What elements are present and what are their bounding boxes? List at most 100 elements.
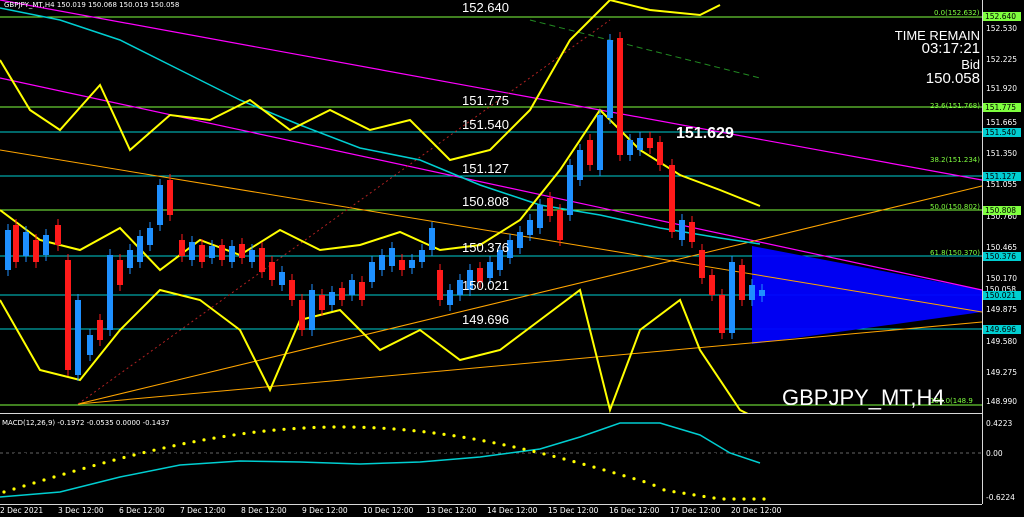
macd-histogram-bar <box>764 453 766 474</box>
macd-signal-dot <box>192 440 196 444</box>
fib-label: 38.2(151.234) <box>930 156 980 164</box>
price-tag: 151.127 <box>983 172 1021 181</box>
macd-signal-dot <box>712 496 716 500</box>
macd-signal-dot <box>422 430 426 434</box>
macd-histogram-bar <box>624 453 626 456</box>
macd-signal-dot <box>572 460 576 464</box>
candle <box>447 290 453 305</box>
macd-histogram-bar <box>164 453 166 457</box>
macd-histogram-bar <box>344 438 346 453</box>
macd-signal-dot <box>582 462 586 466</box>
candle <box>249 250 255 262</box>
macd-signal-dot <box>432 431 436 435</box>
macd-signal-dot <box>182 442 186 446</box>
candle <box>259 248 265 272</box>
macd-signal-dot <box>542 452 546 456</box>
candle <box>299 300 305 330</box>
macd-signal-dot <box>62 472 66 476</box>
macd-signal-dot <box>32 481 36 485</box>
macd-histogram-bar <box>64 453 66 466</box>
candle <box>679 220 685 240</box>
macd-histogram-bar <box>634 453 636 457</box>
macd-histogram-bar <box>264 445 266 453</box>
macd-signal-dot <box>372 426 376 430</box>
macd-signal-dot <box>482 439 486 443</box>
macd-signal-dot <box>732 497 736 501</box>
level-label: 151.540 <box>462 117 509 132</box>
candle <box>87 335 93 355</box>
macd-signal-dot <box>692 493 696 497</box>
macd-histogram-bar <box>374 437 376 453</box>
price-tick: 151.055 <box>986 180 1018 189</box>
macd-signal-dot <box>132 453 136 457</box>
macd-histogram-bar <box>234 449 236 453</box>
candle <box>167 180 173 215</box>
macd-histogram-bar <box>684 453 686 464</box>
price-tick: 151.665 <box>986 118 1018 127</box>
candle <box>369 262 375 282</box>
candle <box>547 198 553 216</box>
candle <box>607 40 613 118</box>
macd-pane[interactable] <box>0 417 982 504</box>
macd-signal-dot <box>762 497 766 501</box>
macd-signal-dot <box>452 434 456 438</box>
macd-histogram-bar <box>44 453 46 468</box>
macd-histogram-bar <box>694 453 696 465</box>
price-tick: 149.875 <box>986 305 1018 314</box>
macd-signal-dot <box>52 475 56 479</box>
macd-histogram-bar <box>414 437 416 453</box>
price-tick: 150.465 <box>986 243 1018 252</box>
macd-histogram-bar <box>214 451 216 453</box>
macd-histogram-bar <box>584 450 586 453</box>
macd-signal-dot <box>332 425 336 429</box>
candle <box>329 292 335 305</box>
macd-histogram-bar <box>744 453 746 472</box>
candle <box>729 262 735 333</box>
macd-histogram-bar <box>664 453 666 461</box>
macd-histogram-bar <box>224 450 226 453</box>
candle <box>43 235 49 255</box>
macd-signal-dot <box>312 425 316 430</box>
candle <box>349 280 355 295</box>
candle <box>719 295 725 333</box>
macd-signal-dot <box>672 490 676 494</box>
candle <box>189 242 195 260</box>
macd-histogram-bar <box>404 437 406 453</box>
candle <box>597 115 603 170</box>
macd-histogram-bar <box>324 440 326 453</box>
fib-label: 50.0(150.802) <box>930 203 980 211</box>
candle <box>419 250 425 262</box>
candle <box>137 236 143 262</box>
macd-signal-dot <box>652 483 656 487</box>
candle <box>107 255 113 330</box>
candle <box>5 230 11 270</box>
candle <box>219 245 225 260</box>
price-tick: 151.350 <box>986 149 1018 158</box>
price-tag: 152.640 <box>983 12 1021 21</box>
macd-signal-dot <box>532 449 536 454</box>
candle <box>517 232 523 248</box>
macd-signal-dot <box>362 425 366 429</box>
macd-signal-dot <box>212 436 216 440</box>
time-tick: 17 Dec 12:00 <box>670 506 721 515</box>
price-tick: 149.580 <box>986 337 1018 346</box>
macd-signal-dot <box>632 477 636 481</box>
level-label: 150.808 <box>462 194 509 209</box>
macd-signal-dot <box>402 428 406 432</box>
candle <box>209 246 215 258</box>
time-tick: 14 Dec 12:00 <box>487 506 538 515</box>
macd-signal-dot <box>72 469 76 473</box>
level-label: 150.021 <box>462 278 509 293</box>
macd-signal-dot <box>412 429 416 433</box>
macd-histogram-bar <box>474 439 476 453</box>
candle <box>339 288 345 300</box>
macd-signal-dot <box>382 426 386 430</box>
price-tick: 149.275 <box>986 368 1018 377</box>
candle <box>409 260 415 268</box>
level-label: 149.696 <box>462 312 509 327</box>
candle <box>389 248 395 266</box>
macd-histogram-bar <box>104 453 106 462</box>
candle <box>399 260 405 270</box>
candle <box>627 140 633 155</box>
candle <box>117 260 123 285</box>
